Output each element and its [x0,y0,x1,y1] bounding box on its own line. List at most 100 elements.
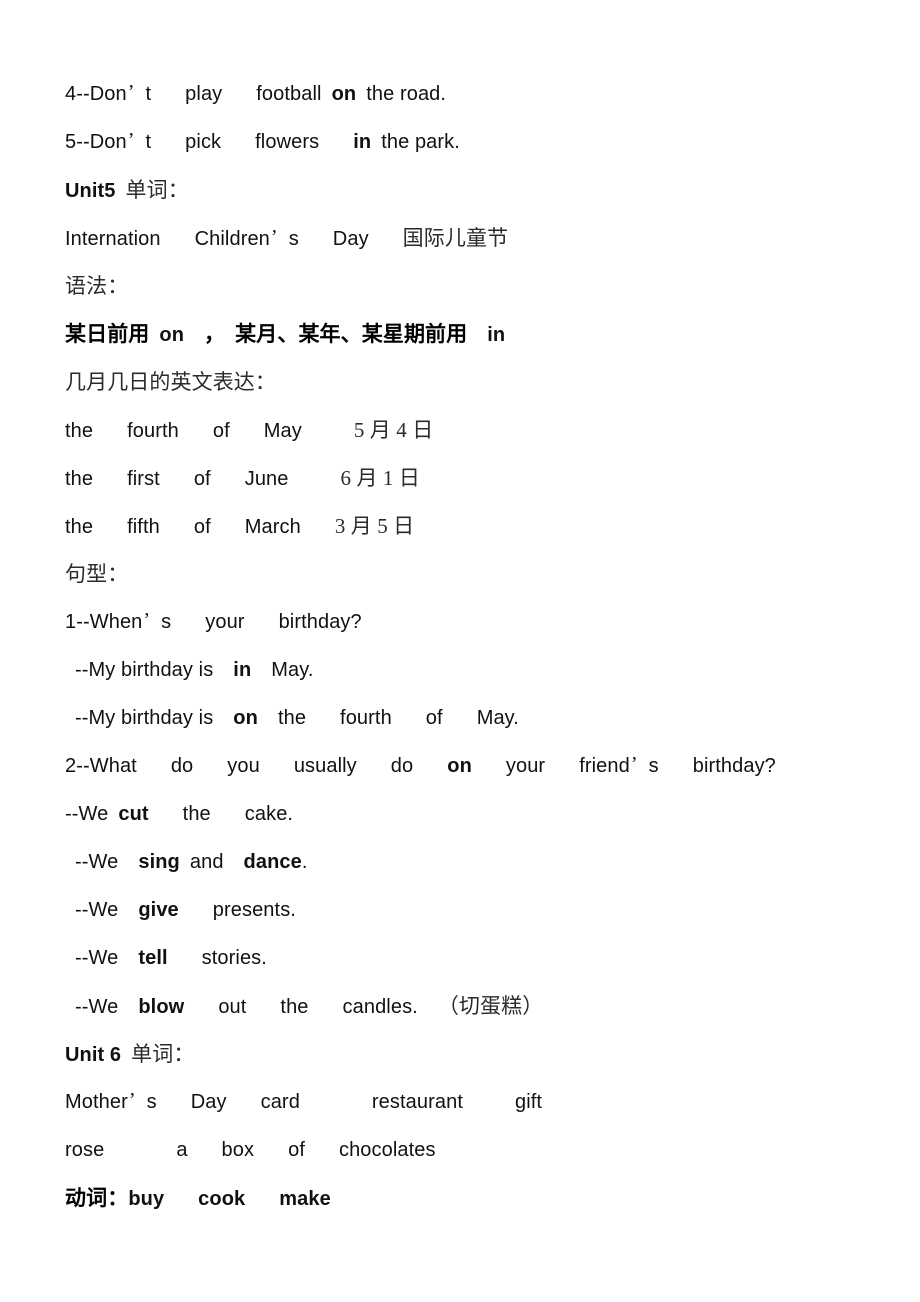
line-segment: May. [271,659,314,681]
text-line-answer-we-sing-and-dance: --We sing and dance. [65,838,855,886]
line-segment: --My birthday is [75,659,214,681]
line-segment: 5--Don [65,131,127,153]
bold-verb-tell: tell [138,947,168,969]
line-segment: flowers [255,131,320,153]
heading-unit6: Unit 6 单词： [65,1030,855,1078]
line-segment: of [425,707,443,729]
bold-preposition-on: on [331,83,357,105]
bold-preposition-in: in [353,131,372,153]
text-line-question-whens-your-birthday: 1--When’ s your birthday? [65,598,855,646]
line-segment: your [505,755,546,777]
line-segment: fourth [127,420,179,442]
text-line-answer-we-tell-stories: --We tell stories. [65,934,855,982]
apostrophe-glyph: ’ [127,129,135,151]
unit5-vocab-label-cn: 单词： [125,178,189,202]
line-segment: a [176,1139,188,1161]
line-segment: June [244,468,289,490]
line-segment: the [65,420,94,442]
bold-verb-blow: blow [138,996,185,1018]
line-segment: rose [65,1139,105,1161]
translation-cn-date-3: 3 月 5 日 [334,514,415,538]
translation-cn-childrens-day: 国际儿童节 [402,226,509,250]
grammar-rule-part-a: 某日前用 [65,322,150,346]
heading-unit5: Unit5 单词： [65,166,855,214]
line-segment: gift [514,1091,543,1113]
grammar-rule-part-c: 某月、某年、某星期前用 [235,322,468,346]
line-segment: fifth [127,516,160,538]
line-segment: May [263,420,302,442]
line-segment: card [260,1091,300,1113]
line-segment: your [205,611,245,633]
translation-cn-date-2: 6 月 1 日 [340,466,420,490]
line-segment: the road. [366,83,447,105]
line-segment: you [227,755,260,777]
apostrophe-glyph: ’ [270,226,278,248]
line-segment: s [161,611,172,633]
text-line-answer-we-give-presents: --We give presents. [65,886,855,934]
line-segment: birthday? [278,611,362,633]
line-segment: do [170,755,194,777]
text-line-question-what-do-you-usually-do: 2--What do you usually do on your friend’ s birth… [65,742,855,790]
apostrophe-glyph: ’ [127,81,135,103]
apostrophe-glyph: ’ [630,753,638,775]
line-segment: the [182,803,211,825]
bold-preposition-on: on [233,707,258,729]
line-segment: Day [190,1091,227,1113]
line-segment: t [145,131,152,153]
bold-preposition-in: in [233,659,252,681]
text-line-date-fifth-march: the fifth of March 3 月 5 日 [65,502,855,550]
line-segment: 2--What [65,755,137,777]
line-segment: s [648,755,659,777]
text-line-dont-pick-flowers: 5--Don’ t pick flowers in the park. [65,118,855,166]
text-line-answer-we-blow-out-the-candles: --We blow out the candles. （切蛋糕） [65,982,855,1030]
line-segment: the park. [381,131,460,153]
grammar-rule-comma: ， [204,322,226,346]
text-line-answer-we-cut-the-cake: --We cut the cake. [65,790,855,838]
apostrophe-glyph: ’ [128,1089,136,1111]
line-segment: of [288,1139,305,1161]
line-segment: --My birthday is [75,707,214,729]
text-line-unit6-vocab-row-2: rose a box of chocolates [65,1126,855,1174]
bold-verb-sing: sing [138,851,180,873]
line-segment: the [277,707,307,729]
line-segment: of [212,420,230,442]
line-segment: the [65,516,94,538]
bold-verb-cook: cook [198,1188,246,1210]
translation-cn-cut-cake-note: （切蛋糕） [437,994,544,1018]
line-segment: 4--Don [65,83,127,105]
line-segment: Mother [65,1091,128,1113]
line-segment: --We [75,947,119,969]
line-segment: --We [75,996,119,1018]
line-segment: t [145,83,152,105]
bold-preposition-on: on [447,755,472,777]
text-line-date-first-june: the first of June 6 月 1 日 [65,454,855,502]
line-segment: . [301,851,308,873]
line-segment: of [193,516,211,538]
document-page: 4--Don’ t play football on the road. 5--Don’ t… [0,0,920,1302]
text-line-unit6-verbs: 动词：buy cook make [65,1174,855,1222]
line-segment: first [127,468,160,490]
line-segment: and [189,851,224,873]
line-segment: presents. [212,899,296,921]
line-segment: do [390,755,414,777]
line-segment: May. [476,707,519,729]
translation-cn-date-1: 5 月 4 日 [353,418,434,442]
apostrophe-glyph: ’ [143,609,151,631]
bold-verb-give: give [138,899,179,921]
bold-verb-cut: cut [118,803,149,825]
line-segment: Children [194,228,270,250]
line-segment: --We [65,803,109,825]
bold-verb-buy: buy [128,1188,165,1210]
text-line-grammar-rule-on-in: 某日前用 on ， 某月、某年、某星期前用 in [65,310,855,358]
text-line-unit6-vocab-row-1: Mother’ s Day card restaurant gift [65,1078,855,1126]
line-segment: usually [293,755,357,777]
line-segment: Internation [65,228,161,250]
bold-preposition-in: in [487,324,506,346]
bold-verb-make: make [279,1188,331,1210]
line-segment: s [288,228,299,250]
line-segment: of [193,468,211,490]
line-segment: Day [332,228,369,250]
unit5-label: Unit5 [65,180,116,202]
heading-date-expression: 几月几日的英文表达： [65,358,855,406]
heading-grammar: 语法： [65,262,855,310]
